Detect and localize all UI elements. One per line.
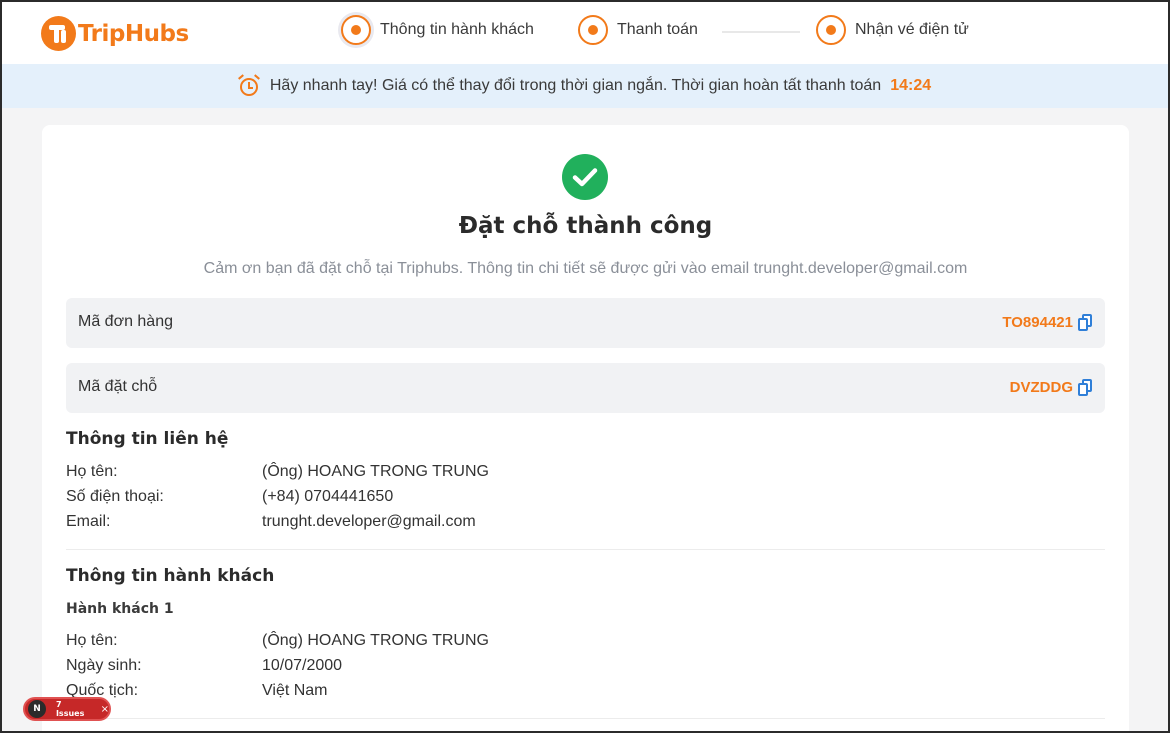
section-divider bbox=[66, 549, 1105, 550]
order-code-row: Mã đơn hàng TO894421 bbox=[66, 298, 1105, 348]
step-payment[interactable]: Thanh toán bbox=[578, 15, 698, 45]
booking-success-card: Đặt chỗ thành công Cảm ơn bạn đã đặt chỗ… bbox=[42, 125, 1129, 731]
order-code-value: TO894421 bbox=[1002, 314, 1073, 331]
close-icon[interactable]: × bbox=[101, 704, 109, 715]
booking-code-label: Mã đặt chỗ bbox=[78, 378, 158, 395]
contact-phone-value: (+84) 0704441650 bbox=[262, 488, 394, 505]
brand-name: TripHubs bbox=[78, 20, 189, 47]
step-indicator-icon bbox=[341, 15, 371, 45]
top-header: TripHubs Thông tin hành khách Thanh toán… bbox=[2, 2, 1168, 64]
contact-email-label: Email: bbox=[66, 513, 111, 530]
passenger-heading: Hành khách 1 bbox=[66, 601, 174, 617]
passenger-name-value: (Ông) HOANG TRONG TRUNG bbox=[262, 632, 489, 649]
contact-name-label: Họ tên: bbox=[66, 463, 118, 480]
step-connector bbox=[722, 31, 800, 33]
passenger-section-title: Thông tin hành khách bbox=[66, 566, 275, 586]
section-divider bbox=[66, 718, 1105, 719]
timer-message: Hãy nhanh tay! Giá có thể thay đổi trong… bbox=[269, 77, 882, 94]
passenger-dob-value: 10/07/2000 bbox=[262, 657, 343, 674]
step-e-ticket[interactable]: Nhận vé điện tử bbox=[816, 15, 969, 45]
contact-phone-label: Số điện thoại: bbox=[66, 488, 164, 505]
order-code-label: Mã đơn hàng bbox=[78, 313, 173, 330]
success-title: Đặt chỗ thành công bbox=[458, 213, 713, 239]
browser-viewport: TripHubs Thông tin hành khách Thanh toán… bbox=[2, 2, 1168, 731]
issues-count: 7 Issues bbox=[55, 700, 85, 718]
logo-icon bbox=[41, 16, 76, 51]
booking-code-value: DVZDDG bbox=[1009, 379, 1073, 396]
passenger-name-label: Họ tên: bbox=[66, 632, 118, 649]
copy-icon[interactable] bbox=[1078, 379, 1092, 396]
dev-issues-badge[interactable]: N 7 Issues × bbox=[23, 697, 111, 721]
passenger-nationality-value: Việt Nam bbox=[262, 682, 328, 699]
booking-code-row: Mã đặt chỗ DVZDDG bbox=[66, 363, 1105, 413]
triphubs-logo[interactable]: TripHubs bbox=[41, 16, 189, 51]
contact-section-title: Thông tin liên hệ bbox=[66, 429, 229, 449]
passenger-dob-label: Ngày sinh: bbox=[66, 657, 142, 674]
step-label: Nhận vé điện tử bbox=[855, 21, 969, 38]
contact-name-value: (Ông) HOANG TRONG TRUNG bbox=[262, 463, 489, 480]
timer-countdown: 14:24 bbox=[890, 77, 932, 94]
nextjs-logo-icon: N bbox=[28, 700, 46, 718]
check-circle-icon bbox=[562, 154, 608, 200]
step-indicator-icon bbox=[578, 15, 608, 45]
contact-email-value: trunght.developer@gmail.com bbox=[262, 513, 476, 530]
success-subtitle: Cảm ơn bạn đã đặt chỗ tại Triphubs. Thôn… bbox=[203, 260, 968, 277]
step-label: Thanh toán bbox=[617, 21, 698, 38]
step-indicator-icon bbox=[816, 15, 846, 45]
payment-timer-banner: Hãy nhanh tay! Giá có thể thay đổi trong… bbox=[2, 64, 1168, 108]
alarm-clock-icon bbox=[237, 74, 260, 96]
copy-icon[interactable] bbox=[1078, 314, 1092, 331]
step-passenger-info[interactable]: Thông tin hành khách bbox=[341, 15, 534, 45]
step-label: Thông tin hành khách bbox=[380, 21, 534, 38]
